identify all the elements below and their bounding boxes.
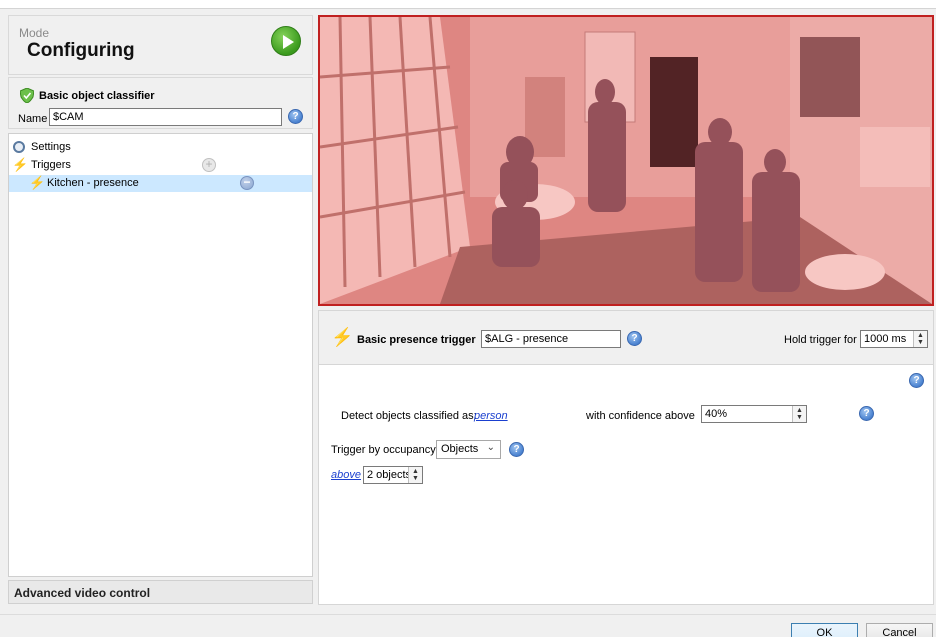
advanced-title: Advanced video control: [14, 586, 151, 600]
config-tree: Settings ⚡ Triggers + ⚡ Kitchen - presen…: [8, 133, 313, 577]
hold-trigger-spinbox[interactable]: 1000 ms ▲ ▼: [860, 330, 928, 348]
settings-icon: [13, 141, 25, 153]
detect-class-link[interactable]: person: [474, 410, 508, 422]
hold-trigger-label: Hold trigger for: [784, 334, 857, 346]
play-icon[interactable]: [271, 26, 301, 56]
spin-arrows-icon[interactable]: ▲ ▼: [792, 406, 806, 422]
remove-trigger-icon[interactable]: −: [240, 176, 254, 190]
video-preview: [318, 15, 934, 306]
tree-item-triggers[interactable]: ⚡ Triggers +: [9, 157, 312, 174]
trigger-header: ⚡ Basic presence trigger ? Hold trigger …: [319, 311, 933, 365]
spin-arrows-icon[interactable]: ▲ ▼: [408, 467, 422, 483]
presence-trigger-icon: ⚡: [331, 327, 354, 347]
trigger-panel: ⚡ Basic presence trigger ? Hold trigger …: [318, 310, 934, 605]
tree-item-label: Triggers: [31, 159, 71, 171]
help-icon[interactable]: ?: [627, 331, 642, 346]
help-icon[interactable]: ?: [909, 373, 924, 388]
help-icon[interactable]: ?: [859, 406, 874, 421]
name-input[interactable]: [49, 108, 282, 126]
confidence-spinbox[interactable]: 40% ▲ ▼: [701, 405, 807, 423]
tree-item-kitchen-presence[interactable]: ⚡ Kitchen - presence −: [9, 175, 312, 192]
help-icon[interactable]: ?: [288, 109, 303, 124]
occupancy-label: Trigger by occupancy:: [331, 444, 439, 456]
help-icon[interactable]: ?: [509, 442, 524, 457]
mode-label: Mode: [19, 26, 50, 40]
above-link[interactable]: above: [331, 469, 361, 481]
trigger-name-input[interactable]: [481, 330, 621, 348]
classifier-title: Basic object classifier: [39, 90, 155, 102]
name-label: Name: [18, 113, 48, 125]
occupancy-select[interactable]: Objects ⌄: [436, 440, 501, 459]
ok-button[interactable]: OK: [791, 623, 858, 637]
tree-item-label: Settings: [31, 141, 71, 153]
occupancy-value: Objects: [441, 443, 479, 455]
object-count-value: 2 objects: [367, 469, 412, 481]
hold-trigger-value: 1000 ms: [864, 333, 907, 345]
tree-item-settings[interactable]: Settings: [9, 139, 312, 156]
camera-image: [320, 17, 932, 304]
confidence-label: with confidence above: [586, 410, 695, 422]
object-count-spinbox[interactable]: 2 objects ▲ ▼: [363, 466, 423, 484]
trigger-bolt-icon: ⚡: [29, 175, 46, 190]
detect-label: Detect objects classified as:: [341, 410, 477, 422]
top-edge: [0, 0, 936, 9]
cancel-button[interactable]: Cancel: [866, 623, 933, 637]
chevron-down-icon: ⌄: [486, 442, 495, 453]
mode-panel: Mode Configuring: [8, 15, 313, 75]
spin-arrows-icon[interactable]: ▲ ▼: [913, 331, 927, 347]
shield-icon: [20, 88, 34, 103]
confidence-value: 40%: [705, 408, 728, 420]
trigger-title: Basic presence trigger: [357, 334, 476, 346]
add-trigger-icon[interactable]: +: [202, 158, 216, 172]
triggers-bolt-icon: ⚡: [12, 157, 29, 172]
classifier-panel: Basic object classifier Name ?: [8, 77, 313, 129]
mode-value: Configuring: [27, 40, 135, 61]
advanced-video-control[interactable]: Advanced video control: [8, 580, 313, 604]
tree-item-label: Kitchen - presence: [47, 177, 139, 189]
dialog-button-bar: OK Cancel: [0, 614, 936, 637]
